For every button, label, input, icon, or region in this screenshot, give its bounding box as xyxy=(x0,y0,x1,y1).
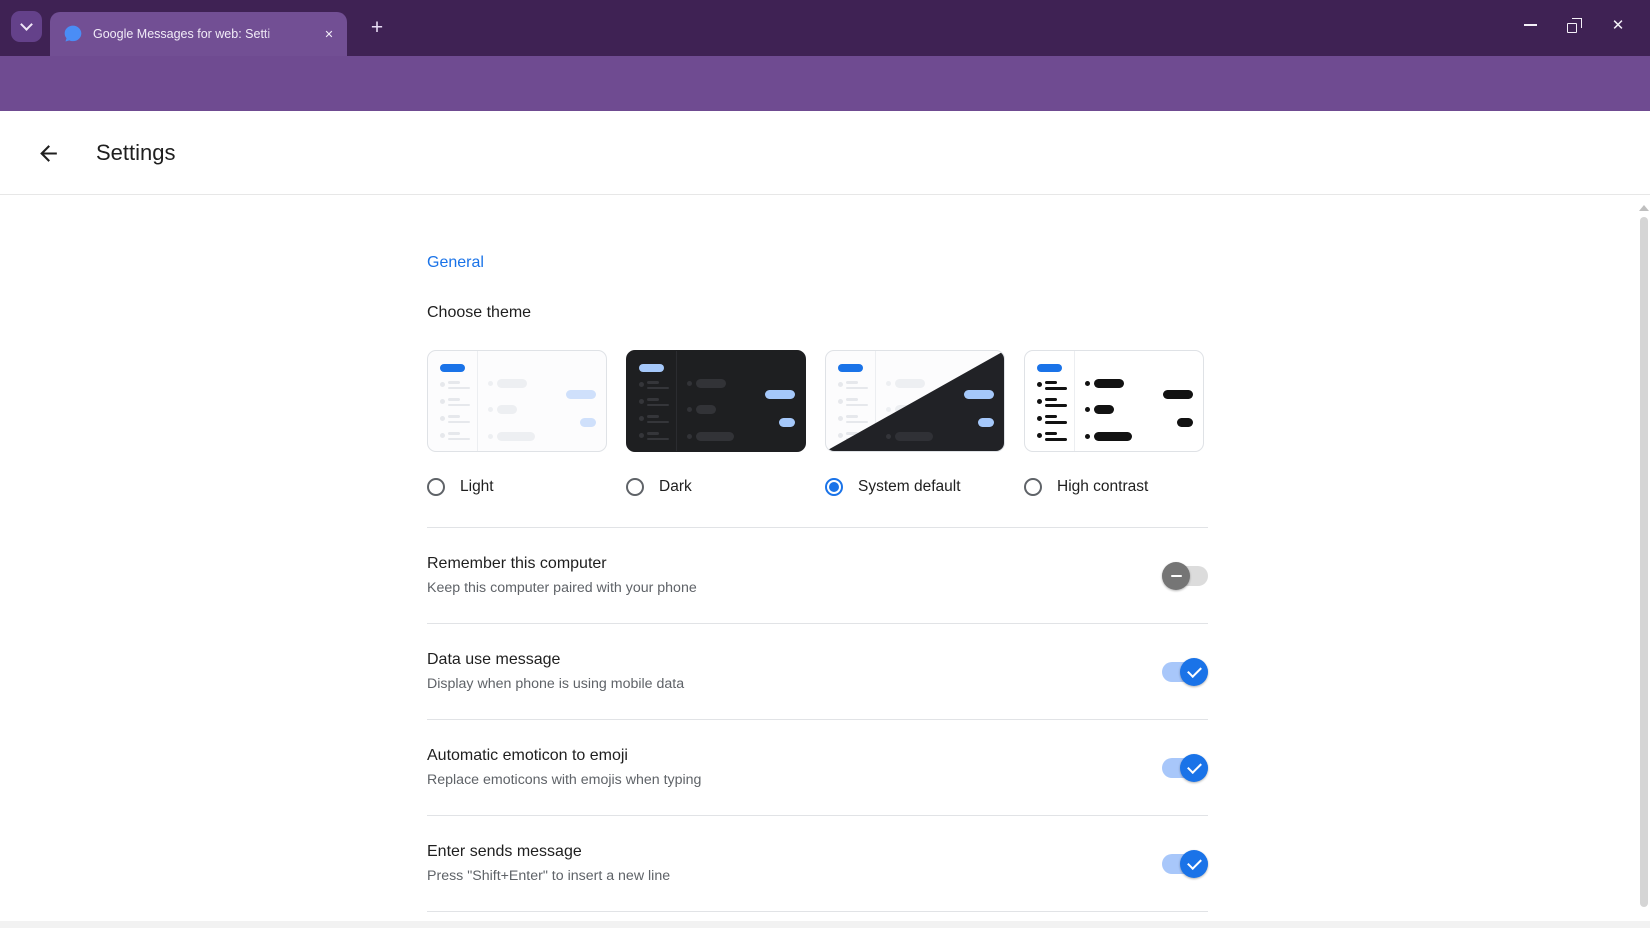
tab-title: Google Messages for web: Setti xyxy=(93,27,270,41)
theme-card-dark[interactable] xyxy=(626,350,806,452)
toggle-remember-this-computer[interactable] xyxy=(1162,562,1208,590)
toggle-thumb xyxy=(1180,658,1208,686)
theme-option-label: High contrast xyxy=(1057,478,1148,496)
theme-option-label: Light xyxy=(460,478,494,496)
window-controls: ✕ xyxy=(1508,7,1640,43)
toggle-thumb xyxy=(1180,850,1208,878)
scrollbar-up-arrow[interactable] xyxy=(1639,205,1649,211)
setting-subtitle: Keep this computer paired with your phon… xyxy=(427,578,1208,599)
minimize-icon xyxy=(1524,24,1537,26)
section-general-link[interactable]: General xyxy=(427,254,484,272)
scrollbar-thumb[interactable] xyxy=(1640,217,1648,907)
new-tab-button[interactable]: + xyxy=(363,14,391,42)
browser-tab[interactable]: Google Messages for web: Setti ✕ xyxy=(50,12,347,56)
toggle-automatic-emoticon-to-emoji[interactable] xyxy=(1162,754,1208,782)
settings-content: General Choose theme xyxy=(427,195,1208,912)
tab-strip: Google Messages for web: Setti ✕ + ✕ xyxy=(0,0,1650,56)
theme-option-high-contrast[interactable]: High contrast xyxy=(1024,478,1204,496)
setting-title: Data use message xyxy=(427,648,1208,671)
tab-close-icon[interactable]: ✕ xyxy=(320,25,338,43)
setting-row-remember-this-computer: Remember this computer Keep this compute… xyxy=(427,527,1208,623)
setting-subtitle: Press "Shift+Enter" to insert a new line xyxy=(427,866,1208,887)
setting-row-enter-sends-message: Enter sends message Press "Shift+Enter" … xyxy=(427,815,1208,911)
toggle-enter-sends-message[interactable] xyxy=(1162,850,1208,878)
toggle-data-use-message[interactable] xyxy=(1162,658,1208,686)
bottom-scrollbar-track xyxy=(0,921,1650,928)
theme-option-dark[interactable]: Dark xyxy=(626,478,806,496)
setting-row-data-use-message: Data use message Display when phone is u… xyxy=(427,623,1208,719)
theme-option-label: System default xyxy=(858,478,961,496)
toggle-thumb xyxy=(1162,562,1190,590)
choose-theme-heading: Choose theme xyxy=(427,304,1208,322)
toggle-thumb xyxy=(1180,754,1208,782)
setting-row-automatic-emoticon-to-emoji: Automatic emoticon to emoji Replace emot… xyxy=(427,719,1208,815)
page-title: Settings xyxy=(96,140,176,166)
theme-card-light[interactable] xyxy=(427,350,607,452)
restore-button[interactable] xyxy=(1552,7,1596,43)
settings-back-button[interactable] xyxy=(36,141,62,167)
theme-card-system-default[interactable] xyxy=(825,350,1005,452)
radio-icon[interactable] xyxy=(825,478,843,496)
setting-title: Remember this computer xyxy=(427,552,1208,575)
theme-option-system-default[interactable]: System default xyxy=(825,478,1005,496)
setting-title: Automatic emoticon to emoji xyxy=(427,744,1208,767)
messages-favicon-icon xyxy=(63,24,83,44)
setting-title: Enter sends message xyxy=(427,840,1208,863)
radio-icon[interactable] xyxy=(626,478,644,496)
close-icon: ✕ xyxy=(1612,18,1625,33)
settings-header: Settings xyxy=(0,111,1650,195)
browser-toolbar: messages.google.com/web/settings xyxy=(0,56,1650,111)
close-window-button[interactable]: ✕ xyxy=(1596,7,1640,43)
theme-option-label: Dark xyxy=(659,478,692,496)
theme-previews xyxy=(427,350,1208,452)
browser-window: Google Messages for web: Setti ✕ + ✕ xyxy=(0,0,1650,928)
settings-list: Remember this computer Keep this compute… xyxy=(427,527,1208,912)
theme-card-high-contrast[interactable] xyxy=(1024,350,1204,452)
theme-option-light[interactable]: Light xyxy=(427,478,607,496)
restore-icon xyxy=(1567,18,1582,33)
setting-subtitle: Display when phone is using mobile data xyxy=(427,674,1208,695)
radio-icon[interactable] xyxy=(427,478,445,496)
minimize-button[interactable] xyxy=(1508,7,1552,43)
theme-radio-group: Light Dark System default High contrast xyxy=(427,478,1208,496)
radio-icon[interactable] xyxy=(1024,478,1042,496)
tab-search-button[interactable] xyxy=(11,11,42,42)
chevron-down-icon xyxy=(20,18,33,31)
setting-subtitle: Replace emoticons with emojis when typin… xyxy=(427,770,1208,791)
back-arrow-icon xyxy=(36,141,61,166)
